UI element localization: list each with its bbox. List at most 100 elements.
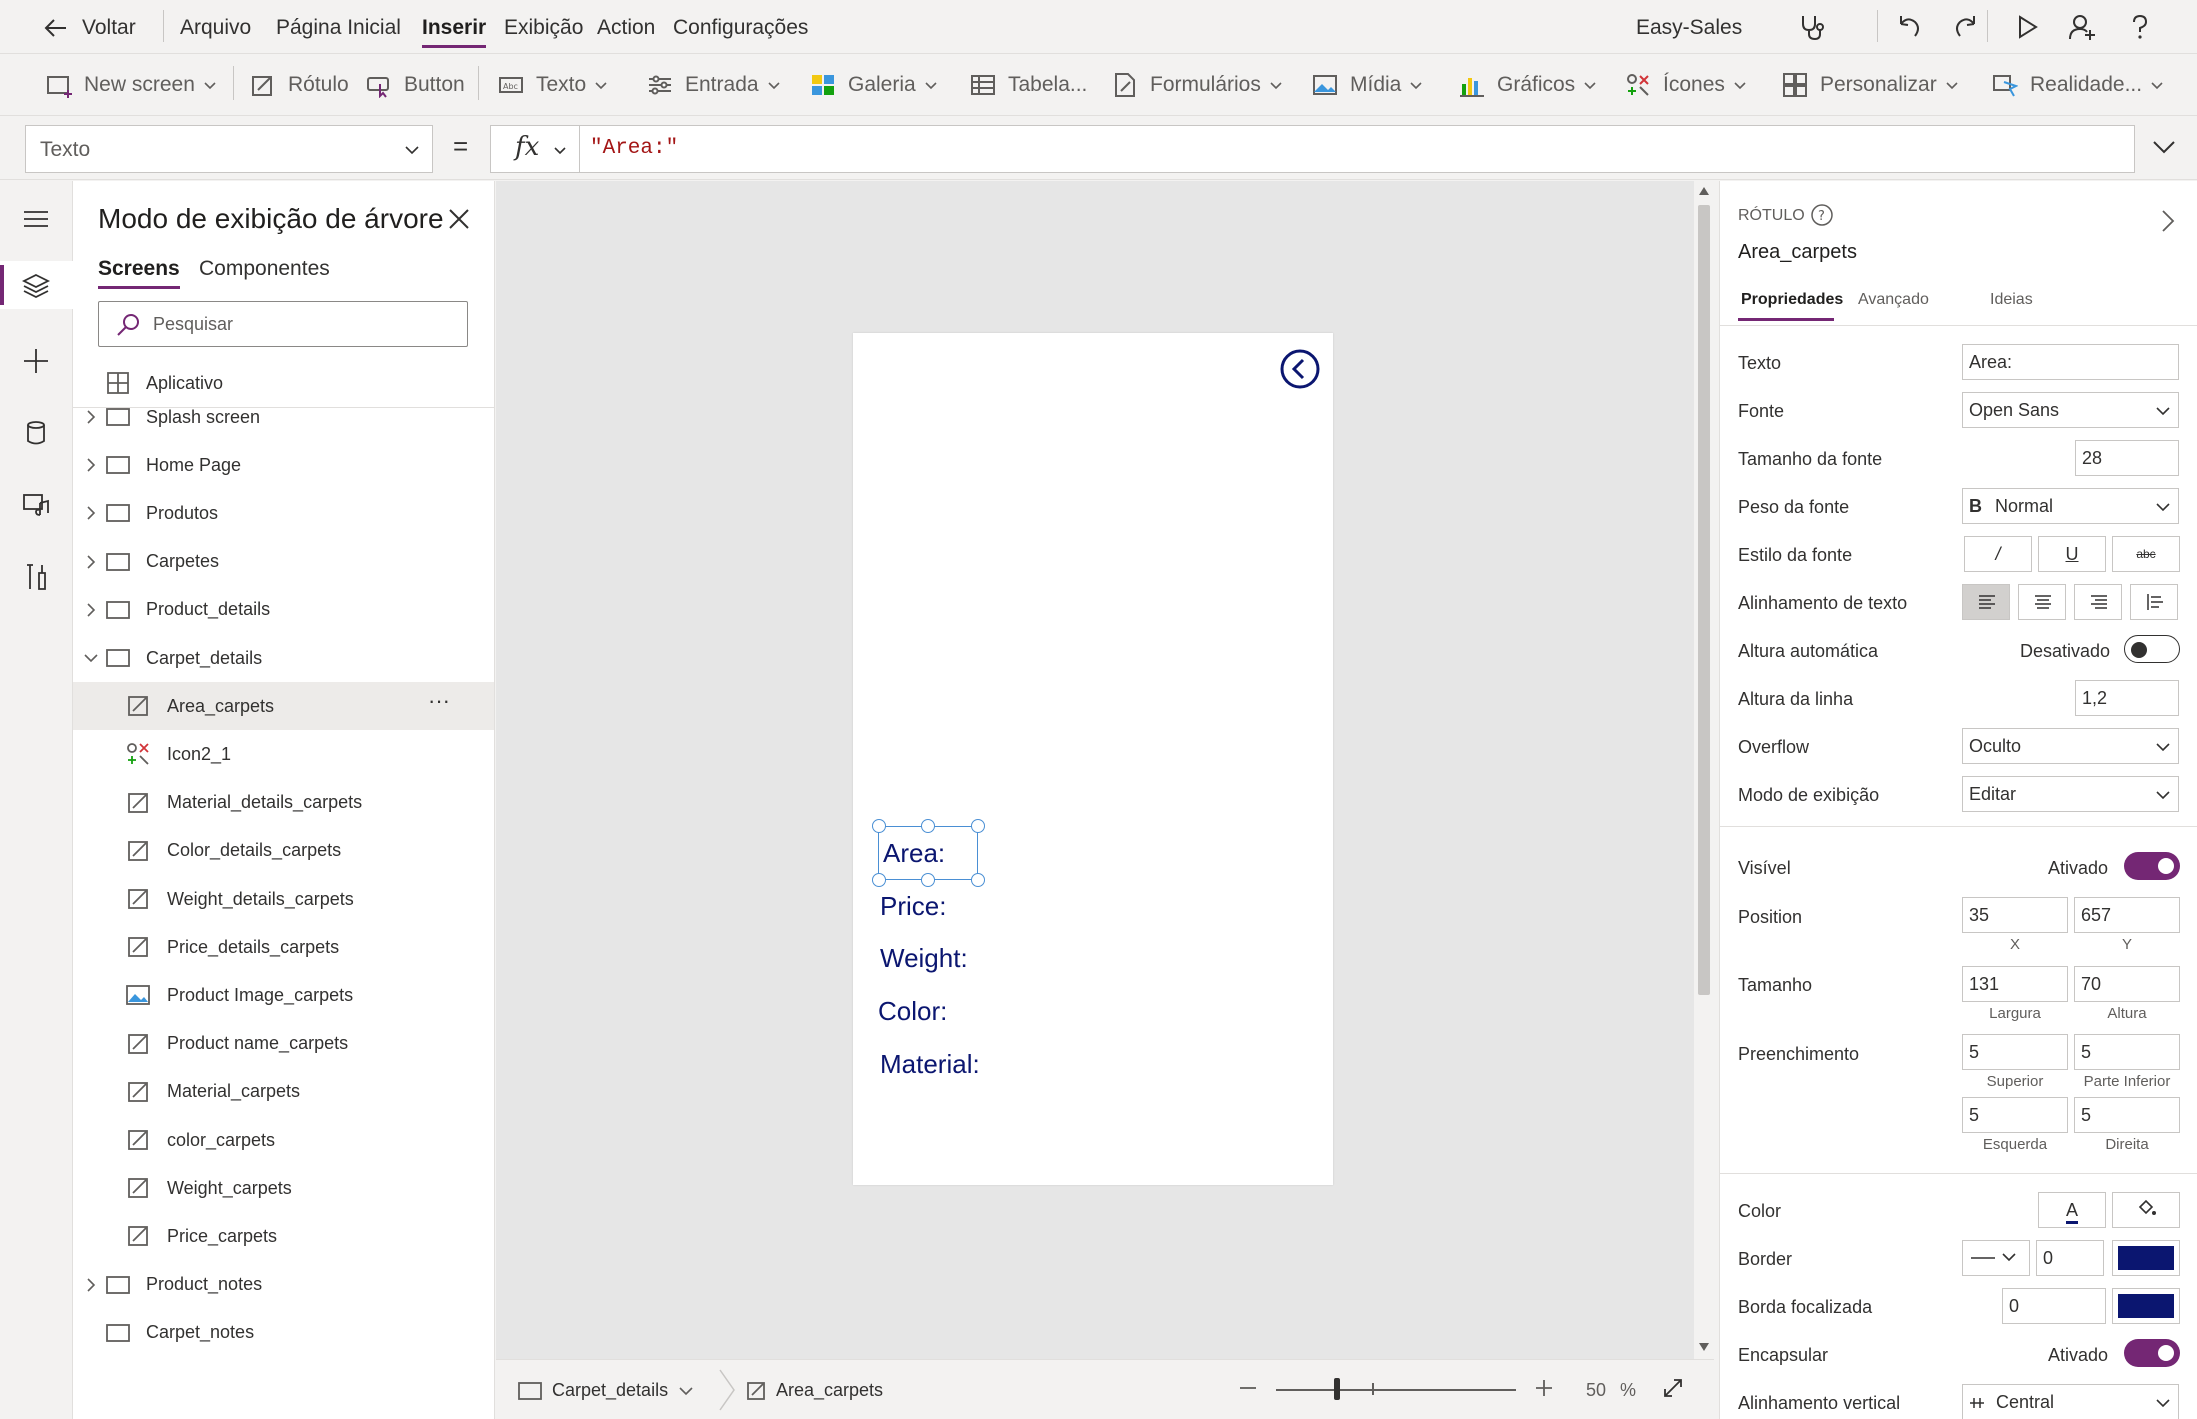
border-style-dropdown[interactable]: [1962, 1240, 2030, 1276]
tree-item-product-image-carpets[interactable]: Product Image_carpets: [73, 971, 494, 1019]
position-x-input[interactable]: 35: [1962, 897, 2068, 933]
stethoscope-icon[interactable]: [1797, 12, 1827, 42]
redo-icon[interactable]: [1952, 12, 1982, 42]
prop-altura-linha-input[interactable]: 1,2: [2075, 680, 2179, 716]
canvas-scrollbar[interactable]: [1694, 181, 1714, 1359]
chevron-right-icon[interactable]: [83, 409, 99, 425]
tree-item-product-details[interactable]: Product_details: [73, 586, 494, 634]
chevron-right-icon[interactable]: [83, 1277, 99, 1293]
menu-configuracoes[interactable]: Configurações: [673, 16, 808, 40]
tree-item-icon2-1[interactable]: Icon2_1: [73, 730, 494, 778]
tree-item-price-details-carpets[interactable]: Price_details_carpets: [73, 923, 494, 971]
tree-item-weight-details-carpets[interactable]: Weight_details_carpets: [73, 875, 494, 923]
border-thickness-input[interactable]: 0: [2036, 1240, 2104, 1276]
height-input[interactable]: 70: [2074, 966, 2180, 1002]
search-input[interactable]: Pesquisar: [98, 301, 468, 347]
tree-item-produtos[interactable]: Produtos: [73, 489, 494, 537]
resize-handle[interactable]: [971, 873, 985, 887]
plus-icon[interactable]: [20, 345, 52, 377]
back-circle-icon[interactable]: [1280, 349, 1320, 389]
ribbon-button[interactable]: Button: [366, 70, 465, 100]
font-color-button[interactable]: A: [2038, 1192, 2106, 1228]
prop-texto-input[interactable]: Area:: [1962, 344, 2179, 380]
encapsular-toggle[interactable]: [2124, 1339, 2180, 1367]
media-library-icon[interactable]: [20, 489, 52, 521]
chevron-right-icon[interactable]: [83, 505, 99, 521]
fx-button[interactable]: fx: [490, 125, 580, 173]
tree-item-home-page[interactable]: Home Page: [73, 441, 494, 489]
underline-button[interactable]: U: [2038, 536, 2106, 572]
ribbon-rotulo[interactable]: Rótulo: [250, 70, 349, 100]
menu-action[interactable]: Action: [597, 16, 655, 40]
visivel-toggle[interactable]: [2124, 852, 2180, 880]
property-dropdown[interactable]: Texto: [25, 125, 433, 173]
align-justify-icon[interactable]: [2130, 584, 2178, 620]
control-breadcrumb[interactable]: Area_carpets: [746, 1380, 883, 1401]
fit-to-window-icon[interactable]: [1661, 1376, 1685, 1400]
prop-tamanho-fonte-input[interactable]: 28: [2075, 440, 2179, 476]
expand-formula-chevron-icon[interactable]: [2152, 139, 2176, 155]
ribbon-personalizar[interactable]: Personalizar: [1782, 70, 1959, 100]
align-center-icon[interactable]: [2018, 584, 2066, 620]
menu-exibicao[interactable]: Exibição: [504, 16, 583, 40]
focused-border-input[interactable]: 0: [2002, 1288, 2106, 1324]
collapse-panel-chevron-icon[interactable]: [2160, 209, 2176, 233]
tab-screens[interactable]: Screens: [98, 257, 180, 289]
padding-top-input[interactable]: 5: [1962, 1034, 2068, 1070]
label-color[interactable]: Color:: [878, 996, 947, 1027]
prop-modo-dropdown[interactable]: Editar: [1962, 776, 2179, 812]
align-right-icon[interactable]: [2074, 584, 2122, 620]
prop-fonte-dropdown[interactable]: Open Sans: [1962, 392, 2179, 428]
tab-ideias[interactable]: Ideias: [1990, 291, 2033, 309]
prop-peso-fonte-dropdown[interactable]: B Normal: [1962, 488, 2179, 524]
padding-bottom-input[interactable]: 5: [2074, 1034, 2180, 1070]
strikethrough-button[interactable]: abc: [2112, 536, 2180, 572]
menu-pagina-inicial[interactable]: Página Inicial: [276, 16, 401, 40]
ribbon-midia[interactable]: Mídia: [1312, 70, 1423, 100]
formula-input[interactable]: "Area:": [580, 125, 2135, 173]
hamburger-menu-icon[interactable]: [20, 203, 52, 235]
label-price[interactable]: Price:: [880, 891, 946, 922]
zoom-in-icon[interactable]: [1534, 1378, 1554, 1398]
italic-button[interactable]: /: [1964, 536, 2032, 572]
screen-breadcrumb[interactable]: Carpet_details: [518, 1380, 693, 1401]
chevron-right-icon[interactable]: [83, 554, 99, 570]
focused-border-color-swatch[interactable]: [2112, 1288, 2180, 1324]
scroll-up-arrow-icon[interactable]: [1699, 187, 1709, 195]
ribbon-formularios[interactable]: Formulários: [1112, 70, 1283, 100]
tab-propriedades[interactable]: Propriedades: [1741, 291, 1843, 309]
padding-right-input[interactable]: 5: [2074, 1097, 2180, 1133]
altura-auto-toggle[interactable]: [2124, 635, 2180, 663]
chevron-down-icon[interactable]: [83, 650, 99, 666]
chevron-right-icon[interactable]: [83, 602, 99, 618]
tree-item-splash-screen[interactable]: Splash screen: [73, 393, 494, 441]
ribbon-icones[interactable]: Ícones: [1625, 70, 1747, 100]
prop-alinhamento-vertical-dropdown[interactable]: Central: [1962, 1384, 2179, 1419]
ribbon-tabela[interactable]: Tabela...: [970, 70, 1087, 100]
app-screen-preview[interactable]: Area: Price: Weight: Color: Material:: [853, 333, 1333, 1185]
tab-componentes[interactable]: Componentes: [199, 257, 330, 281]
resize-handle[interactable]: [921, 873, 935, 887]
tree-item-material-carpets[interactable]: Material_carpets: [73, 1068, 494, 1116]
tree-item-carpet-notes[interactable]: Carpet_notes: [73, 1309, 494, 1357]
ribbon-graficos[interactable]: Gráficos: [1459, 70, 1597, 100]
width-input[interactable]: 131: [1962, 966, 2068, 1002]
tools-icon[interactable]: [20, 561, 52, 593]
undo-icon[interactable]: [1893, 12, 1923, 42]
resize-handle[interactable]: [872, 873, 886, 887]
scroll-down-arrow-icon[interactable]: [1699, 1343, 1709, 1351]
tree-item-material-details-carpets[interactable]: Material_details_carpets: [73, 779, 494, 827]
back-button[interactable]: Voltar: [44, 16, 136, 40]
prop-overflow-dropdown[interactable]: Oculto: [1962, 728, 2179, 764]
resize-handle[interactable]: [921, 819, 935, 833]
zoom-out-icon[interactable]: [1238, 1378, 1258, 1398]
ribbon-realidade[interactable]: Realidade...: [1992, 70, 2164, 100]
more-options-icon[interactable]: ···: [428, 688, 450, 714]
tree-item-color-details-carpets[interactable]: Color_details_carpets: [73, 827, 494, 875]
position-y-input[interactable]: 657: [2074, 897, 2180, 933]
scrollbar-thumb[interactable]: [1698, 205, 1710, 995]
tree-item-price-carpets[interactable]: Price_carpets: [73, 1212, 494, 1260]
tree-item-product-name-carpets[interactable]: Product name_carpets: [73, 1020, 494, 1068]
tree-item-carpet-details[interactable]: Carpet_details: [73, 634, 494, 682]
tree-item-area-carpets[interactable]: Area_carpets ···: [73, 682, 494, 731]
